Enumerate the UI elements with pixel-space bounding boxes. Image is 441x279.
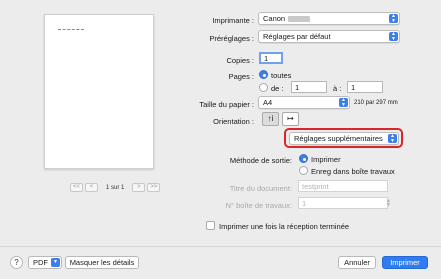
output-method-label: Méthode de sortie: bbox=[229, 156, 292, 165]
help-button[interactable]: ? bbox=[10, 256, 23, 269]
output-print-label: Imprimer bbox=[311, 155, 341, 164]
presets-popup[interactable]: Réglages par défaut ▲ ▼ bbox=[258, 30, 400, 43]
panel-menu-value: Réglages supplémentaires bbox=[294, 134, 383, 143]
chevron-down-icon: ▼ bbox=[51, 258, 60, 267]
pages-to-label: à : bbox=[333, 84, 342, 93]
copies-label: Copies : bbox=[226, 56, 254, 65]
pages-all-radio[interactable] bbox=[259, 70, 268, 79]
printer-model-redacted bbox=[288, 15, 311, 22]
pages-from-field[interactable]: 1 bbox=[291, 81, 327, 93]
portrait-orientation-button[interactable]: ↑i bbox=[262, 112, 279, 126]
preview-text-line bbox=[58, 29, 84, 30]
job-box-label: N° boîte de travaux: bbox=[225, 201, 292, 210]
output-store-radio[interactable] bbox=[299, 166, 308, 175]
paper-size-popup[interactable]: A4 ▲ ▼ bbox=[258, 96, 350, 109]
paper-size-value: A4 bbox=[263, 98, 273, 107]
hide-details-button[interactable]: Masquer les détails bbox=[65, 256, 139, 269]
pages-range-radio[interactable] bbox=[259, 83, 268, 92]
job-box-field[interactable]: 1 bbox=[298, 197, 388, 209]
popup-arrows-icon: ▲ ▼ bbox=[389, 32, 398, 41]
printer-label: Imprimante : bbox=[212, 16, 254, 25]
printer-popup[interactable]: Canon ▲ ▼ bbox=[258, 12, 400, 25]
doc-title-label: Titre du document: bbox=[229, 184, 292, 193]
landscape-icon: ↦ bbox=[287, 114, 294, 123]
presets-label: Préréglages : bbox=[209, 34, 254, 43]
popup-arrows-icon: ▲ ▼ bbox=[388, 134, 397, 143]
output-print-radio[interactable] bbox=[299, 154, 308, 163]
job-box-stepper-icon[interactable]: ▲ ▼ bbox=[386, 199, 391, 208]
print-after-receive-label: Imprimer une fois la réception terminée bbox=[219, 222, 350, 231]
page-counter: 1 sur 1 bbox=[106, 184, 125, 191]
paper-size-label: Taille du papier : bbox=[199, 100, 254, 109]
portrait-icon: ↑i bbox=[267, 114, 274, 123]
first-page-button[interactable]: << bbox=[70, 183, 83, 192]
pages-from-label: de : bbox=[271, 84, 284, 93]
print-after-receive-checkbox[interactable] bbox=[206, 221, 215, 230]
pdf-menu-button[interactable]: PDF ▼ bbox=[28, 256, 62, 269]
pages-to-field[interactable]: 1 bbox=[347, 81, 383, 93]
landscape-orientation-button[interactable]: ↦ bbox=[282, 112, 299, 126]
preview-pager: << < 1 sur 1 > >> bbox=[70, 182, 161, 193]
pages-label: Pages : bbox=[228, 72, 254, 81]
presets-value: Réglages par défaut bbox=[263, 32, 331, 41]
last-page-button[interactable]: >> bbox=[147, 183, 161, 192]
pages-all-label: toutes bbox=[271, 71, 292, 80]
printer-value: Canon bbox=[263, 14, 286, 23]
output-store-label: Enreg dans boîte travaux bbox=[311, 167, 395, 176]
footer-separator bbox=[0, 246, 441, 247]
print-button[interactable]: Imprimer bbox=[382, 256, 428, 269]
doc-title-field[interactable]: testprint bbox=[298, 180, 388, 192]
copies-field[interactable]: 1 bbox=[259, 52, 283, 64]
page-preview bbox=[44, 14, 154, 169]
paper-dimensions: 210 par 297 mm bbox=[354, 100, 398, 106]
panel-menu-popup[interactable]: Réglages supplémentaires ▲ ▼ bbox=[289, 132, 399, 145]
orientation-label: Orientation : bbox=[213, 117, 254, 126]
next-page-button[interactable]: > bbox=[132, 183, 146, 192]
cancel-button[interactable]: Annuler bbox=[338, 256, 376, 269]
popup-arrows-icon: ▲ ▼ bbox=[339, 98, 348, 107]
popup-arrows-icon: ▲ ▼ bbox=[389, 14, 398, 23]
pdf-label: PDF bbox=[33, 258, 48, 267]
previous-page-button[interactable]: < bbox=[85, 183, 98, 192]
